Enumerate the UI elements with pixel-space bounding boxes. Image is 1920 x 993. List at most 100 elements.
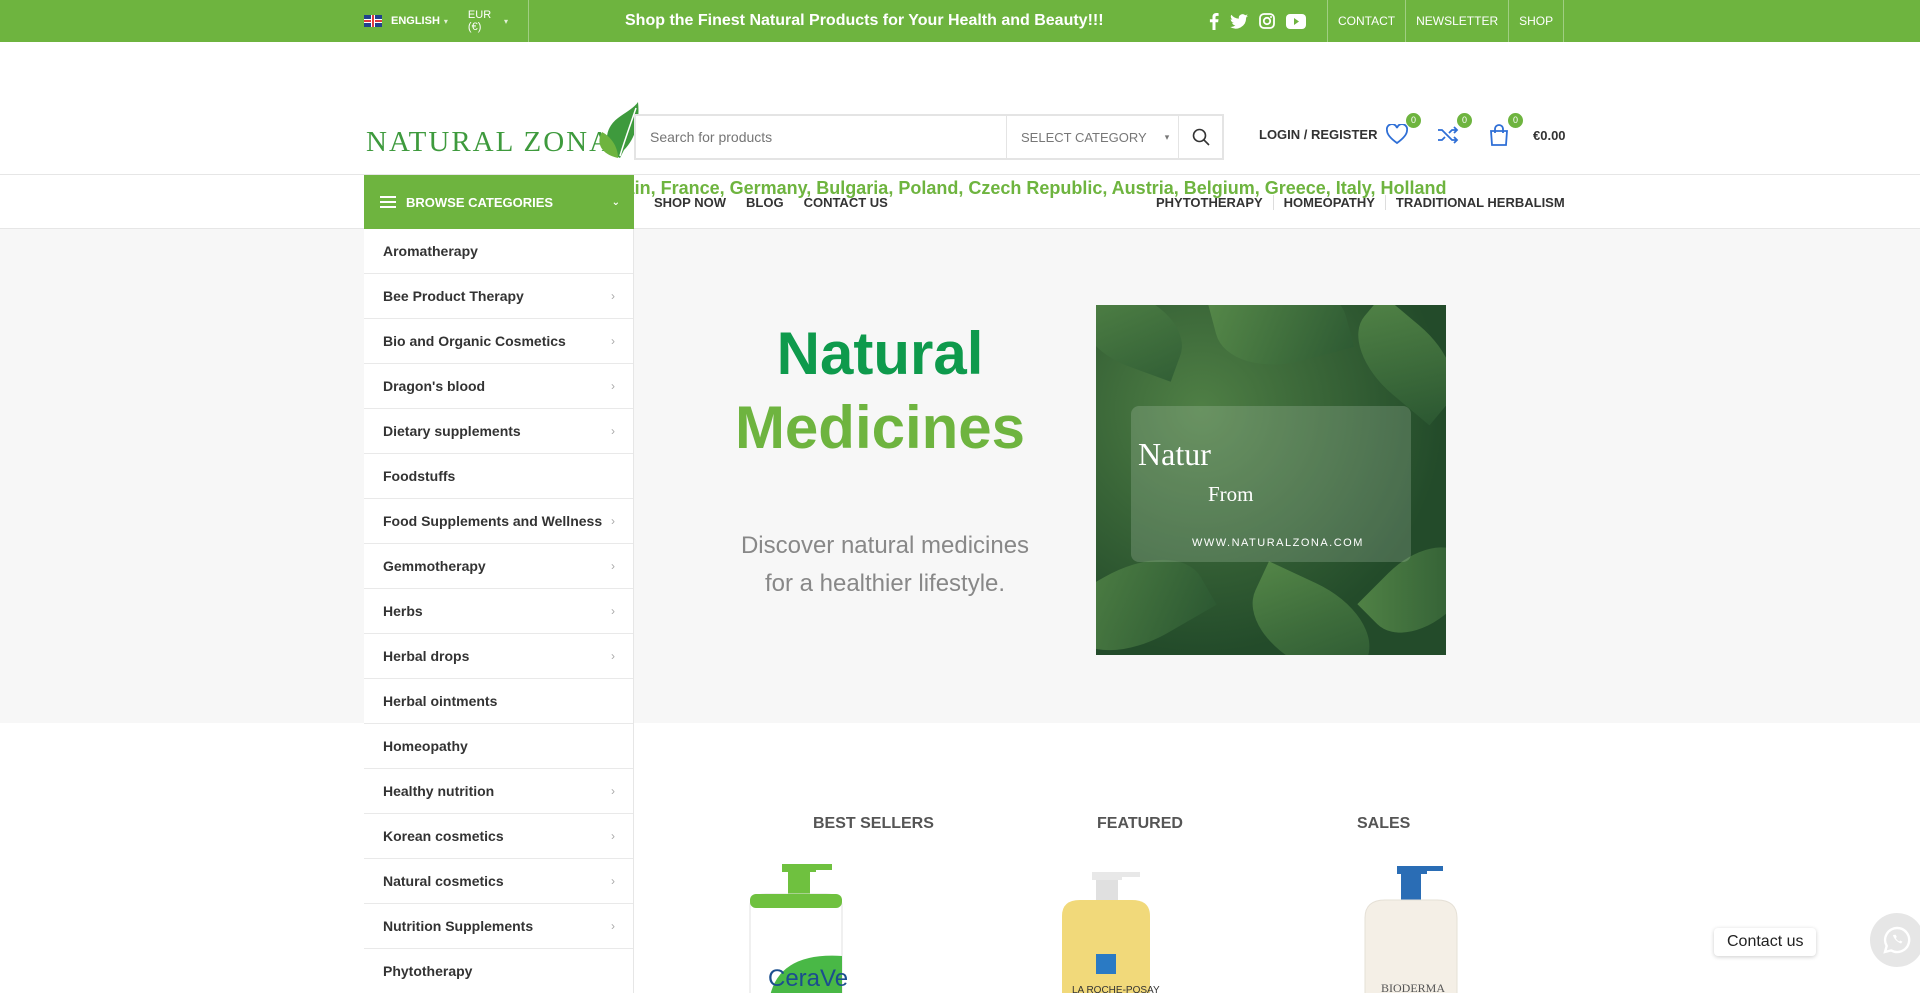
chevron-right-icon: › (611, 919, 615, 933)
image-text-url: WWW.NATURALZONA.COM (1192, 537, 1364, 549)
heart-icon (1385, 123, 1409, 145)
tab-best-sellers[interactable]: BEST SELLERS (813, 815, 934, 833)
search-button[interactable] (1178, 116, 1222, 158)
category-item[interactable]: Healthy nutrition › (364, 769, 633, 814)
nav-item-contact-us[interactable]: CONTACT US (804, 195, 888, 210)
category-sidebar: Aromatherapy Bee Product Therapy › Bio and … (364, 229, 634, 993)
category-label: Herbal drops (383, 648, 470, 664)
chevron-right-icon: › (611, 649, 615, 663)
category-label: Korean cosmetics (383, 828, 504, 844)
category-select[interactable]: SELECT CATEGORY ▾ (1006, 116, 1178, 158)
browse-categories-button[interactable]: BROWSE CATEGORIES ⌄ (364, 175, 634, 229)
category-item[interactable]: Korean cosmetics › (364, 814, 633, 859)
nav-item-traditional-herbalism[interactable]: TRADITIONAL HERBALISM (1384, 194, 1575, 210)
category-item[interactable]: Natural cosmetics › (364, 859, 633, 904)
category-item[interactable]: Bio and Organic Cosmetics › (364, 319, 633, 364)
category-item[interactable]: Phytotherapy (364, 949, 633, 993)
category-label: Bio and Organic Cosmetics (383, 333, 566, 349)
category-item[interactable]: Herbal ointments (364, 679, 633, 724)
shuffle-icon (1438, 126, 1459, 144)
category-item[interactable]: Herbs › (364, 589, 633, 634)
category-label: Herbs (383, 603, 423, 619)
chevron-right-icon: › (611, 604, 615, 618)
secondary-menu: PHYTOTHERAPY HOMEOPATHY TRADITIONAL HERB… (1156, 175, 1575, 229)
tab-featured[interactable]: FEATURED (1097, 815, 1183, 833)
category-select-label: SELECT CATEGORY (1021, 129, 1147, 145)
category-label: Bee Product Therapy (383, 288, 524, 304)
language-label: ENGLISH (391, 15, 440, 27)
nav-item-homeopathy[interactable]: HOMEOPATHY (1272, 194, 1385, 210)
category-label: Nutrition Supplements (383, 918, 534, 934)
primary-menu: SHOP NOW BLOG CONTACT US (654, 175, 888, 229)
top-link-shop[interactable]: SHOP (1509, 0, 1565, 42)
cart-count-badge: 0 (1508, 113, 1523, 128)
facebook-icon[interactable] (1209, 12, 1219, 30)
nav-item-blog[interactable]: BLOG (746, 195, 784, 210)
search-bar: SELECT CATEGORY ▾ (634, 114, 1224, 160)
category-label: Dietary supplements (383, 423, 521, 439)
whatsapp-button[interactable] (1870, 913, 1920, 967)
category-label: Healthy nutrition (383, 783, 495, 799)
contact-us-label[interactable]: Contact us (1714, 928, 1817, 956)
login-register-link[interactable]: LOGIN / REGISTER (1259, 127, 1377, 142)
wishlist-count-badge: 0 (1406, 113, 1421, 128)
nav-item-shop-now[interactable]: SHOP NOW (654, 195, 726, 210)
shopping-bag-icon (1490, 124, 1508, 146)
chevron-down-icon: ▾ (443, 16, 448, 26)
category-label: Aromatherapy (383, 243, 478, 259)
compare-count-badge: 0 (1457, 113, 1472, 128)
category-label: Dragon's blood (383, 378, 486, 394)
category-label: Phytotherapy (383, 963, 473, 979)
chevron-down-icon: ▾ (503, 16, 508, 26)
category-item[interactable]: Gemmotherapy › (364, 544, 633, 589)
category-item[interactable]: Dietary supplements › (364, 409, 633, 454)
product-card-la-roche-posay[interactable]: LA ROCHE-POSAY (1040, 856, 1170, 993)
hero-title-line2: Medicines (734, 394, 1026, 461)
instagram-icon[interactable] (1259, 13, 1275, 29)
language-switcher[interactable]: ENGLISH ▾ (364, 15, 448, 27)
category-item[interactable]: Homeopathy (364, 724, 633, 769)
category-item[interactable]: Bee Product Therapy › (364, 274, 633, 319)
site-logo[interactable]: NATURAL ZONA (366, 102, 640, 158)
site-header: NATURAL ZONA SELECT CATEGORY ▾ LOGIN / R… (0, 42, 1920, 198)
category-label: Natural cosmetics (383, 873, 504, 889)
wishlist-button[interactable]: 0 (1385, 113, 1421, 148)
product-card-bioderma[interactable]: BIODERMA (1345, 856, 1475, 993)
compare-button[interactable]: 0 (1437, 113, 1472, 148)
category-item[interactable]: Nutrition Supplements › (364, 904, 633, 949)
hero-title-line1: Natural (776, 320, 984, 387)
nav-item-phytotherapy[interactable]: PHYTOTHERAPY (1156, 195, 1273, 210)
cart-button[interactable]: 0 (1488, 113, 1523, 148)
uk-flag-icon (364, 15, 382, 27)
browse-categories-label: BROWSE CATEGORIES (406, 194, 554, 210)
top-bar: ENGLISH ▾ EUR (€) ▾ Shop the Finest Natu… (0, 0, 1920, 42)
search-input[interactable] (636, 116, 1006, 158)
category-label: Herbal ointments (383, 693, 498, 709)
hero-subtitle-line2: for a healthier lifestyle. (764, 570, 1006, 597)
la-roche-posay-bottle-image: LA ROCHE-POSAY (1062, 872, 1160, 993)
cerave-bottle-image: CeraVe (749, 864, 848, 993)
category-item[interactable]: Dragon's blood › (364, 364, 633, 409)
youtube-icon[interactable] (1286, 13, 1306, 29)
category-item[interactable]: Aromatherapy (364, 229, 633, 274)
tab-sales[interactable]: SALES (1357, 815, 1410, 833)
hero-subtitle: Discover natural medicines for a healthi… (700, 527, 1070, 603)
chevron-right-icon: › (611, 424, 615, 438)
twitter-icon[interactable] (1230, 13, 1248, 29)
chevron-right-icon: › (611, 874, 615, 888)
hero-banner: Natural Medicines Discover natural medic… (0, 229, 1920, 723)
chevron-right-icon: › (611, 784, 615, 798)
chevron-right-icon: › (611, 829, 615, 843)
cart-total[interactable]: €0.00 (1533, 128, 1566, 143)
main-navigation: BROWSE CATEGORIES ⌄ SHOP NOW BLOG CONTAC… (0, 175, 1920, 229)
currency-switcher[interactable]: EUR (€) ▾ (468, 9, 508, 33)
category-item[interactable]: Foodstuffs (364, 454, 633, 499)
chevron-right-icon: › (611, 514, 615, 528)
image-text-from: From (1208, 482, 1254, 506)
product-card-cerave[interactable]: CeraVe (730, 856, 860, 993)
top-link-newsletter[interactable]: NEWSLETTER (1406, 0, 1510, 42)
top-link-contact[interactable]: CONTACT (1328, 0, 1407, 42)
category-item[interactable]: Food Supplements and Wellness › (364, 499, 633, 544)
category-item[interactable]: Herbal drops › (364, 634, 633, 679)
hero-title: Natural Medicines (700, 317, 1060, 465)
